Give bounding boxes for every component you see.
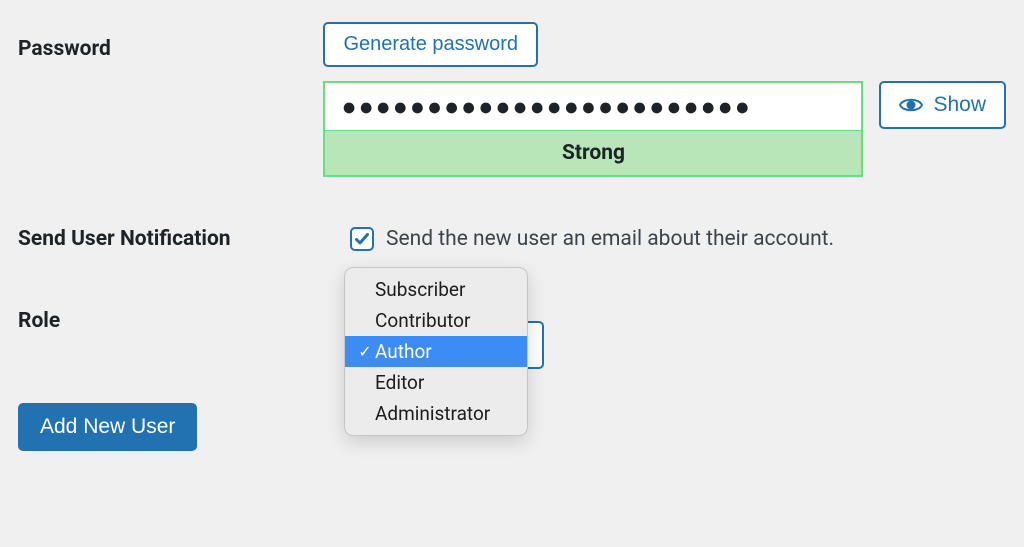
password-input[interactable] xyxy=(325,83,861,130)
eye-icon xyxy=(899,96,923,114)
role-option-subscriber[interactable]: Subscriber xyxy=(345,274,527,305)
notification-checkbox[interactable] xyxy=(350,227,374,251)
generate-password-button[interactable]: Generate password xyxy=(323,22,538,67)
notification-label: Send User Notification xyxy=(18,227,350,251)
role-option-label: Editor xyxy=(375,371,424,394)
role-option-author[interactable]: ✓ Author xyxy=(345,336,527,367)
show-password-label: Show xyxy=(933,93,986,117)
checkmark-icon: ✓ xyxy=(355,342,375,361)
generate-password-label: Generate password xyxy=(343,33,518,56)
add-new-user-label: Add New User xyxy=(40,415,175,438)
role-option-contributor[interactable]: Contributor xyxy=(345,305,527,336)
show-password-button[interactable]: Show xyxy=(879,81,1006,129)
role-option-editor[interactable]: Editor xyxy=(345,367,527,398)
role-label: Role xyxy=(18,309,350,333)
role-option-label: Administrator xyxy=(375,402,490,425)
password-label: Password xyxy=(18,22,323,61)
password-strength-indicator: Strong xyxy=(325,130,861,175)
role-option-administrator[interactable]: Administrator xyxy=(345,398,527,429)
password-box: Strong xyxy=(323,81,863,177)
notification-text: Send the new user an email about their a… xyxy=(386,227,834,251)
check-icon xyxy=(354,231,370,247)
role-option-label: Contributor xyxy=(375,309,470,332)
add-new-user-button[interactable]: Add New User xyxy=(18,403,197,451)
role-dropdown[interactable]: Subscriber Contributor ✓ Author Editor A… xyxy=(344,267,528,436)
role-option-label: Subscriber xyxy=(375,278,465,301)
role-option-label: Author xyxy=(375,340,432,363)
